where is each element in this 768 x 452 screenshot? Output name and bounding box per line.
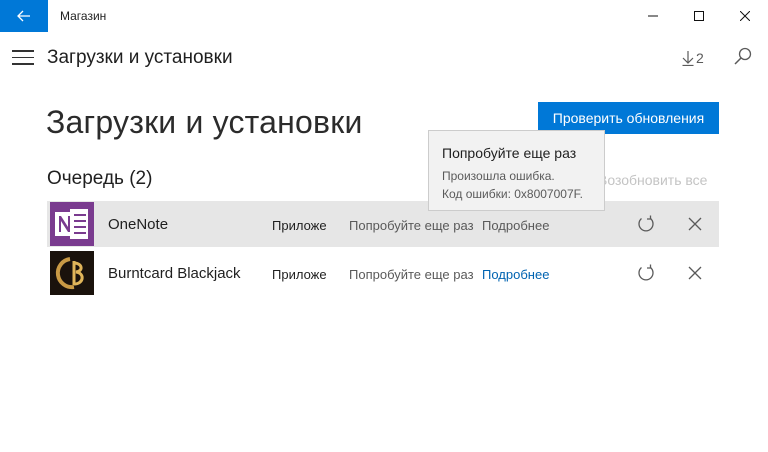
page-title: Загрузки и установки bbox=[46, 104, 363, 140]
app-type: Приложе bbox=[272, 267, 327, 282]
error-tooltip: Попробуйте еще раз Произошла ошибка. Код… bbox=[428, 130, 605, 211]
maximize-button[interactable] bbox=[676, 0, 722, 32]
queue-item-onenote[interactable]: OneNote Приложе Попробуйте еще раз Подро… bbox=[47, 201, 719, 247]
queue-heading: Очередь (2) bbox=[47, 168, 153, 189]
queue-item-burntcard-blackjack[interactable]: Burntcard Blackjack Приложе Попробуйте е… bbox=[47, 250, 719, 296]
details-link[interactable]: Подробнее bbox=[482, 267, 549, 282]
minimize-button[interactable] bbox=[630, 0, 676, 32]
resume-all-link[interactable]: Возобновить все bbox=[598, 172, 718, 188]
downloads-count: 2 bbox=[696, 50, 704, 66]
hamburger-icon-line bbox=[12, 63, 34, 65]
maximize-icon bbox=[694, 11, 704, 21]
retry-icon[interactable] bbox=[636, 214, 656, 234]
close-icon bbox=[740, 11, 750, 21]
app-status: Попробуйте еще раз bbox=[349, 218, 474, 233]
retry-icon[interactable] bbox=[636, 263, 656, 283]
search-icon bbox=[734, 47, 752, 65]
search-button[interactable] bbox=[732, 46, 754, 68]
back-button[interactable] bbox=[0, 0, 48, 32]
download-arrow-icon bbox=[682, 51, 694, 66]
header-title: Загрузки и установки bbox=[47, 47, 233, 68]
app-status: Попробуйте еще раз bbox=[349, 267, 474, 282]
back-arrow-icon bbox=[17, 10, 30, 22]
minimize-icon bbox=[648, 15, 658, 17]
remove-icon[interactable] bbox=[687, 265, 703, 281]
hamburger-menu-button[interactable] bbox=[12, 50, 36, 66]
onenote-icon bbox=[50, 202, 94, 246]
hamburger-icon-line bbox=[12, 56, 34, 58]
title-bar: Магазин bbox=[0, 0, 768, 32]
app-name: OneNote bbox=[108, 216, 169, 233]
downloads-indicator-button[interactable]: 2 bbox=[682, 48, 704, 68]
tooltip-title: Попробуйте еще раз bbox=[442, 145, 577, 161]
app-name: Burntcard Blackjack bbox=[108, 265, 241, 282]
tooltip-error-code: Код ошибки: 0x8007007F. bbox=[442, 187, 583, 201]
close-button[interactable] bbox=[722, 0, 768, 32]
burntcard-blackjack-icon bbox=[50, 251, 94, 295]
details-link[interactable]: Подробнее bbox=[482, 218, 549, 233]
window-title: Магазин bbox=[60, 9, 107, 23]
tooltip-error-message: Произошла ошибка. bbox=[442, 169, 555, 183]
remove-icon[interactable] bbox=[687, 216, 703, 232]
app-type: Приложе bbox=[272, 218, 327, 233]
hamburger-icon-line bbox=[12, 50, 34, 52]
